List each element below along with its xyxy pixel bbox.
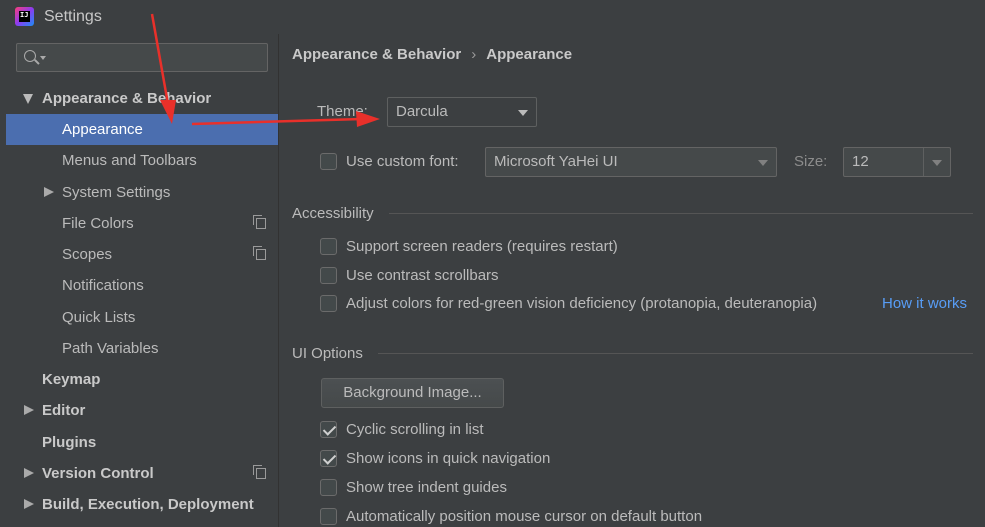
theme-label: Theme:: [317, 103, 368, 120]
sidebar-item-build-execution-deployment[interactable]: Build, Execution, Deployment: [6, 489, 278, 520]
chevron-down-icon: [40, 56, 46, 60]
auto-position-cursor-label: Automatically position mouse cursor on d…: [346, 508, 703, 525]
collapsed-arrow-icon: [44, 187, 54, 197]
font-dropdown[interactable]: Microsoft YaHei UI: [485, 147, 777, 177]
cyclic-scrolling-label: Cyclic scrolling in list: [346, 421, 484, 438]
project-level-icon: [253, 465, 266, 479]
title-bar: IJ Settings: [0, 0, 985, 34]
contrast-scrollbars-checkbox[interactable]: [320, 267, 337, 284]
settings-sidebar: Appearance & Behavior Appearance Menus a…: [6, 34, 278, 527]
breadcrumb-current: Appearance: [486, 46, 573, 63]
sidebar-item-scopes[interactable]: Scopes: [6, 239, 278, 270]
search-icon: [24, 50, 36, 62]
section-separator: [378, 353, 973, 354]
collapsed-arrow-icon: [24, 499, 34, 509]
section-separator: [389, 213, 973, 214]
collapsed-arrow-icon: [24, 468, 34, 478]
sidebar-item-quick-lists[interactable]: Quick Lists: [6, 302, 278, 333]
settings-content: Appearance & Behavior › Appearance Theme: …: [279, 34, 985, 527]
font-size-label: Size:: [794, 153, 828, 170]
chevron-down-icon: [932, 160, 942, 166]
project-level-icon: [253, 215, 266, 229]
color-deficiency-checkbox[interactable]: [320, 295, 337, 312]
collapsed-arrow-icon: [24, 405, 34, 415]
sidebar-item-path-variables[interactable]: Path Variables: [6, 333, 278, 364]
font-value: Microsoft YaHei UI: [494, 153, 618, 170]
sidebar-item-version-control[interactable]: Version Control: [6, 458, 278, 489]
auto-position-cursor-checkbox[interactable]: [320, 508, 337, 525]
sidebar-item-keymap[interactable]: Keymap: [6, 364, 278, 395]
intellij-app-icon: IJ: [15, 7, 34, 26]
sidebar-item-system-settings[interactable]: System Settings: [6, 177, 278, 208]
font-size-value: 12: [852, 153, 869, 170]
how-it-works-link[interactable]: How it works: [882, 295, 967, 312]
color-deficiency-label: Adjust colors for red-green vision defic…: [346, 295, 818, 312]
combo-divider: [923, 148, 924, 176]
screen-readers-checkbox[interactable]: [320, 238, 337, 255]
font-size-dropdown[interactable]: 12: [843, 147, 951, 177]
breadcrumb-separator: ›: [471, 46, 477, 63]
window-title: Settings: [44, 8, 102, 25]
screen-readers-label: Support screen readers (requires restart…: [346, 238, 618, 255]
contrast-scrollbars-label: Use contrast scrollbars: [346, 267, 499, 284]
theme-value: Darcula: [396, 103, 448, 120]
chevron-down-icon: [518, 110, 528, 116]
settings-search-input[interactable]: [16, 43, 268, 72]
quick-nav-icons-checkbox[interactable]: [320, 450, 337, 467]
sidebar-item-menus-toolbars[interactable]: Menus and Toolbars: [6, 145, 278, 176]
breadcrumb-parent[interactable]: Appearance & Behavior: [292, 46, 461, 63]
tree-indent-guides-label: Show tree indent guides: [346, 479, 507, 496]
theme-dropdown[interactable]: Darcula: [387, 97, 537, 127]
chevron-down-icon: [758, 160, 768, 166]
sidebar-item-notifications[interactable]: Notifications: [6, 270, 278, 301]
sidebar-item-appearance[interactable]: Appearance: [6, 114, 278, 145]
project-level-icon: [253, 246, 266, 260]
expanded-arrow-icon: [23, 94, 33, 104]
quick-nav-icons-label: Show icons in quick navigation: [346, 450, 551, 467]
custom-font-checkbox[interactable]: [320, 153, 337, 170]
sidebar-item-editor[interactable]: Editor: [6, 395, 278, 426]
custom-font-label: Use custom font:: [346, 153, 459, 170]
accessibility-section-title: Accessibility: [292, 205, 374, 222]
background-image-button[interactable]: Background Image...: [321, 378, 504, 408]
sidebar-item-appearance-behavior[interactable]: Appearance & Behavior: [6, 83, 278, 114]
breadcrumb: Appearance & Behavior › Appearance: [292, 46, 572, 63]
ui-options-section-title: UI Options: [292, 345, 363, 362]
sidebar-item-plugins[interactable]: Plugins: [6, 427, 278, 458]
tree-indent-guides-checkbox[interactable]: [320, 479, 337, 496]
cyclic-scrolling-checkbox[interactable]: [320, 421, 337, 438]
sidebar-item-file-colors[interactable]: File Colors: [6, 208, 278, 239]
